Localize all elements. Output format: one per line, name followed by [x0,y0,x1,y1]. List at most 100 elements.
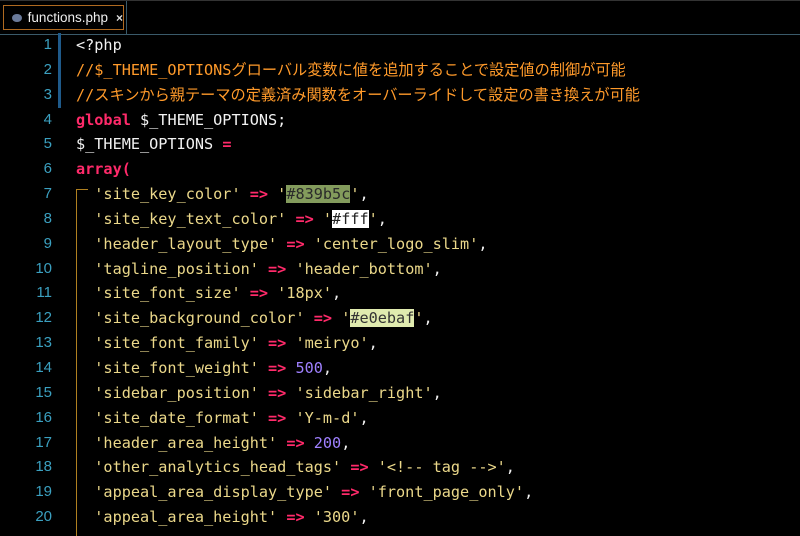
code-text: 'other_analytics_head_tags' => '<!-- tag… [76,455,515,480]
token-plain: $_THEME_OPTIONS; [130,110,287,129]
tab-bar: functions.php × [0,0,800,35]
code-line[interactable]: 1 <?php [0,33,800,58]
code-line[interactable]: 6 array( [0,157,800,182]
token-str: 'site_background_color' [76,309,314,328]
code-line[interactable]: 9 'header_layout_type' => 'center_logo_s… [0,232,800,257]
line-number: 8 [43,209,52,227]
code-line[interactable]: 4 global $_THEME_OPTIONS; [0,108,800,133]
code-text: 'site_background_color' => '#e0ebaf', [76,306,433,331]
token-op: => [268,259,287,278]
token-plain: , [332,284,342,303]
code-line[interactable]: 3 //スキンから親テーマの定義済み関数をオーバーライドして設定の書き換えが可能 [0,82,800,108]
token-plain: , [341,433,351,452]
line-number: 11 [36,284,52,302]
token-plain: $_THEME_OPTIONS [76,135,223,154]
token-str: '300' [304,508,360,527]
line-number: 19 [35,483,52,501]
code-text: 'sidebar_position' => 'sidebar_right', [76,381,442,406]
token-op: => [286,234,305,253]
token-cm: //スキンから親テーマの定義済み関数をオーバーライドして設定の書き換えが可能 [76,85,640,104]
token-str: 'site_font_size' [76,284,250,303]
token-str: '18px' [268,284,333,303]
token-str: 'site_font_family' [76,334,269,353]
token-op: => [286,433,305,452]
code-line[interactable]: 5 $_THEME_OPTIONS = [0,132,800,157]
token-str: 'header_area_height' [76,433,287,452]
code-line[interactable]: 2 //$_THEME_OPTIONSグローバル変数に値を追加することで設定値の制… [0,57,800,83]
code-editor[interactable]: 1 <?php 2 //$_THEME_OPTIONSグローバル変数に値を追加すること… [0,33,800,530]
php-file-icon [12,13,22,22]
token-op: => [286,508,305,527]
code-text: //スキンから親テーマの定義済み関数をオーバーライドして設定の書き換えが可能 [76,83,640,108]
token-plain: , [432,383,442,402]
line-number: 10 [35,259,52,277]
line-number: 17 [35,433,52,451]
token-hl3: #e0ebaf [350,309,415,328]
close-icon[interactable]: × [116,11,123,25]
token-op: => [295,209,314,228]
code-line[interactable]: 19 'appeal_area_display_type' => 'front_… [0,480,800,505]
indent-guide [76,189,77,536]
code-text: 'site_font_weight' => 500, [76,356,332,381]
token-str: ' [313,209,333,228]
token-plain: , [359,408,369,427]
code-line[interactable]: 7 'site_key_color' => '#839b5c', [0,182,800,207]
token-op: => [268,334,287,353]
token-hl2: #fff [332,209,369,228]
token-plain: , [432,259,442,278]
token-str: ' [368,209,378,228]
line-number: 3 [43,85,52,103]
line-number: 7 [43,185,52,203]
token-op: => [341,483,360,502]
code-line[interactable]: 20 'appeal_area_height' => '300', [0,505,800,530]
token-str: 'site_date_format' [76,408,269,427]
line-number: 15 [35,383,52,401]
code-text: global $_THEME_OPTIONS; [76,108,286,133]
line-number: 12 [35,309,52,327]
code-line[interactable]: 8 'site_key_text_color' => '#fff', [0,207,800,232]
line-number: 6 [43,160,52,178]
token-kw: global [76,110,131,129]
code-text: 'site_date_format' => 'Y-m-d', [76,406,369,431]
line-number: 5 [43,135,52,153]
code-text: 'appeal_area_display_type' => 'front_pag… [76,480,533,505]
token-plain: , [359,508,369,527]
code-line[interactable]: 11 'site_font_size' => '18px', [0,281,800,306]
token-plain: , [359,185,369,204]
line-number: 9 [43,234,52,252]
token-plain: , [423,309,433,328]
code-text: array( [76,157,131,182]
token-plain: , [524,483,534,502]
code-line[interactable]: 14 'site_font_weight' => 500, [0,356,800,381]
tab-functions-php[interactable]: functions.php × [3,5,124,30]
code-text: $_THEME_OPTIONS = [76,132,231,157]
code-line[interactable]: 16 'site_date_format' => 'Y-m-d', [0,406,800,431]
token-plain: , [368,334,378,353]
modified-line-marker [58,33,61,58]
token-str: 'header_layout_type' [76,234,287,253]
line-number: 18 [35,458,52,476]
code-line[interactable]: 10 'tagline_position' => 'header_bottom'… [0,257,800,282]
line-number: 4 [43,110,52,128]
code-text: 'site_key_text_color' => '#fff', [76,207,387,232]
token-str: 'header_bottom' [286,259,433,278]
token-plain: , [505,458,515,477]
token-plain: , [478,234,488,253]
token-str: ' [268,185,287,204]
token-str: ' [414,309,424,328]
code-line[interactable]: 18 'other_analytics_head_tags' => '<!-- … [0,455,800,480]
token-str: 'sidebar_right' [286,383,433,402]
token-str: 'site_key_color' [76,185,250,204]
token-str: ' [332,309,351,328]
token-cm: //$_THEME_OPTIONSグローバル変数に値を追加することで設定値の制御… [76,60,626,79]
code-line[interactable]: 15 'sidebar_position' => 'sidebar_right'… [0,381,800,406]
code-line[interactable]: 13 'site_font_family' => 'meiryo', [0,331,800,356]
token-plain: <?php [76,36,122,54]
line-number: 14 [35,358,52,376]
code-text: 'appeal_area_height' => '300', [76,505,369,530]
line-number: 1 [43,36,52,53]
token-str: 'meiryo' [286,334,369,353]
code-text: //$_THEME_OPTIONSグローバル変数に値を追加することで設定値の制御… [76,58,626,83]
code-line[interactable]: 17 'header_area_height' => 200, [0,431,800,456]
code-line[interactable]: 12 'site_background_color' => '#e0ebaf', [0,306,800,331]
